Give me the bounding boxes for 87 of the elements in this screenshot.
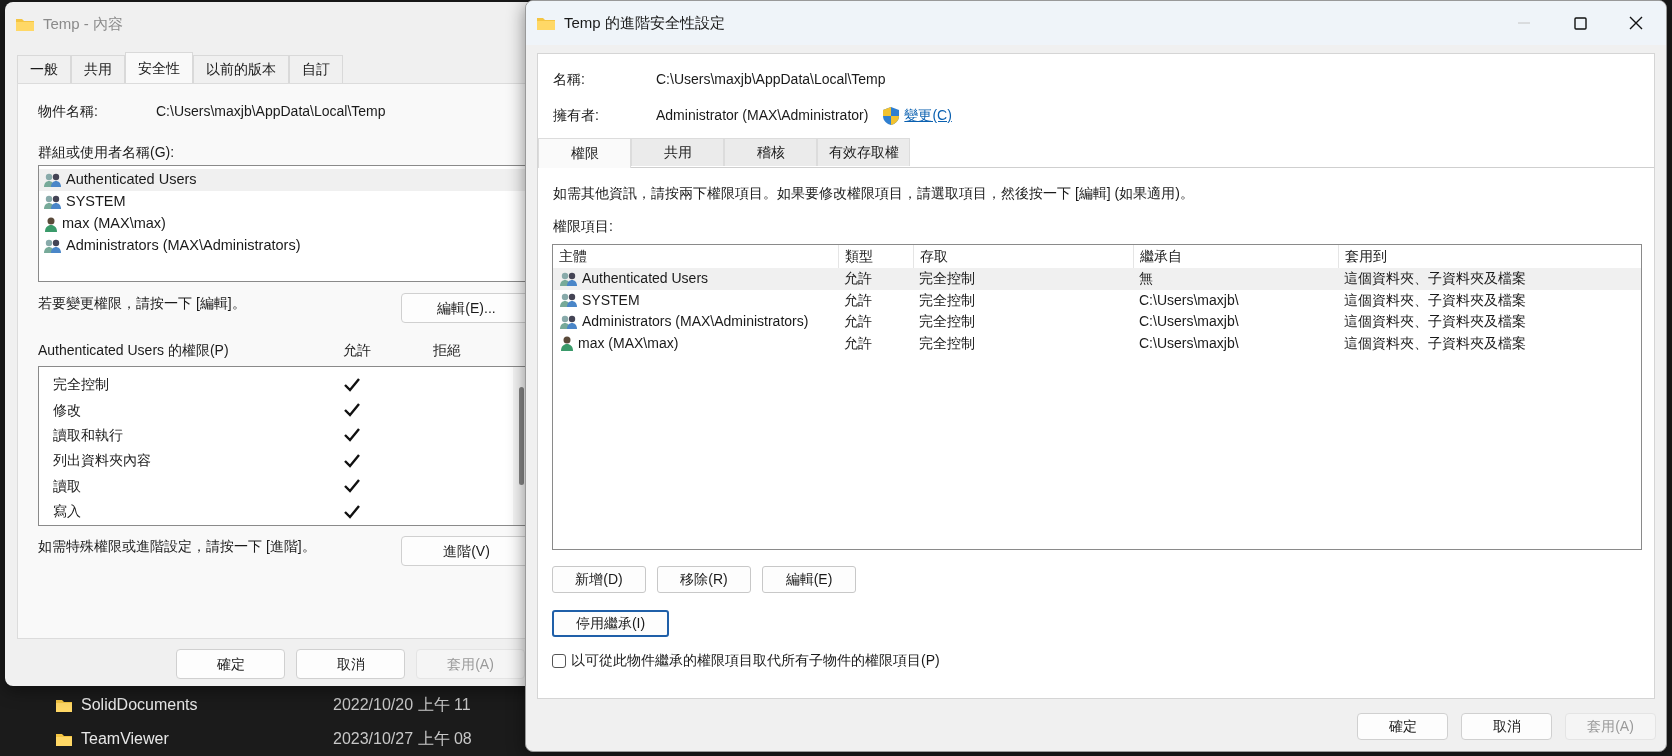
table-cell: 完全控制 <box>913 289 1133 311</box>
group-icon <box>559 313 579 330</box>
table-cell-text: 允許 <box>843 312 873 332</box>
shield-icon <box>882 105 901 126</box>
permission-name: 列出資料夾內容 <box>53 451 152 471</box>
folder-icon <box>15 16 35 32</box>
table-cell: C:\Users\maxjb\ <box>1133 289 1338 311</box>
list-item[interactable]: SYSTEM <box>39 191 531 213</box>
tab[interactable]: 有效存取權 <box>817 138 910 166</box>
field-label: 擁有者: <box>553 106 600 125</box>
table-cell-text: 完全控制 <box>918 333 976 353</box>
table-cell: 完全控制 <box>913 268 1133 290</box>
tab[interactable]: 一般 <box>17 55 71 83</box>
column-header: 拒絕 <box>433 341 461 360</box>
field-label: 名稱: <box>553 70 586 89</box>
inheritance-button[interactable]: 停用繼承(I) <box>552 610 669 637</box>
table-cell: 這個資料夾、子資料夾及檔案 <box>1338 289 1641 311</box>
table-row[interactable]: Administrators (MAX\Administrators) 允許 完全控制 C:\Users\maxjb\ 這個資料夾、子資料夾及檔案 <box>553 311 1641 333</box>
hint-text: 若要變更權限，請按一下 [編輯]。 <box>38 294 246 313</box>
field-label: 物件名稱: <box>38 102 99 121</box>
group-icon <box>43 194 63 210</box>
table-cell: 這個資料夾、子資料夾及檔案 <box>1338 268 1641 290</box>
field-value: C:\Users\maxjb\AppData\Local\Temp <box>156 102 386 121</box>
list-item[interactable]: max (MAX\max) <box>39 213 531 235</box>
checkbox-label[interactable]: 以可從此物件繼承的權限項目取代所有子物件的權限項目(P) <box>571 650 940 671</box>
file-name[interactable]: TeamViewer <box>81 727 169 751</box>
tab[interactable]: 共用 <box>631 138 724 166</box>
dialog-button[interactable]: 確定 <box>1357 713 1448 740</box>
table-cell: 無 <box>1133 268 1338 290</box>
group-icon <box>559 292 579 309</box>
table-cell: 允許 <box>838 268 913 290</box>
list-item[interactable]: Administrators (MAX\Administrators) <box>39 235 531 257</box>
table-cell-text: 這個資料夾、子資料夾及檔案 <box>1343 333 1527 353</box>
scrollbar-thumb[interactable] <box>519 387 524 485</box>
table-cell-text: C:\Users\maxjb\ <box>1138 333 1240 353</box>
tab[interactable]: 稽核 <box>724 138 817 166</box>
group-icon <box>43 238 63 254</box>
table-cell-text: C:\Users\maxjb\ <box>1138 312 1240 332</box>
user-icon <box>559 335 575 352</box>
dialog-button[interactable]: 確定 <box>176 649 285 679</box>
permission-name: 讀取 <box>53 476 82 496</box>
field-value: Administrator (MAX\Administrator) <box>656 106 869 125</box>
date-modified: 2022/10/20 上午 11 <box>333 695 471 715</box>
hint-text: 如需特殊權限或進階設定，請按一下 [進階]。 <box>38 537 316 556</box>
folder-icon <box>55 731 73 747</box>
action-button[interactable]: 移除(R) <box>657 566 751 593</box>
tab[interactable]: 以前的版本 <box>193 55 289 83</box>
table-cell-text: Administrators (MAX\Administrators) <box>582 312 809 332</box>
info-text: 如需其他資訊，請按兩下權限項目。如果要修改權限項目，請選取項目，然後按一下 [編輯] (如果適用)。 <box>553 184 1194 203</box>
action-button[interactable]: 新增(D) <box>552 566 646 593</box>
window-title: Temp - 內容 <box>43 13 123 34</box>
table-row[interactable]: Authenticated Users 允許 完全控制 無 這個資料夾、子資料夾及檔案 <box>553 268 1641 290</box>
section-label: 群組或使用者名稱(G): <box>38 143 175 162</box>
column-header: 允許 <box>343 341 372 360</box>
action-button[interactable]: 編輯(E) <box>762 566 856 593</box>
table-cell-text: Authenticated Users <box>582 269 709 289</box>
tab[interactable]: 安全性 <box>125 52 193 83</box>
user-icon <box>43 216 59 232</box>
table-row[interactable]: max (MAX\max) 允許 完全控制 C:\Users\maxjb\ 這個資料夾、子資料夾及檔案 <box>553 332 1641 354</box>
section-label: Authenticated Users 的權限(P) <box>38 341 230 360</box>
permission-name: 修改 <box>53 400 82 420</box>
change-link[interactable]: 變更(C) <box>904 105 952 126</box>
table-cell-text: 這個資料夾、子資料夾及檔案 <box>1343 312 1527 332</box>
date-modified: 2023/10/27 上午 08 <box>333 729 472 749</box>
window-title: Temp 的進階安全性設定 <box>564 12 725 33</box>
permission-name: 完全控制 <box>53 375 110 395</box>
permission-name: 讀取和執行 <box>53 425 124 445</box>
dialog-button[interactable]: 取消 <box>296 649 405 679</box>
tab[interactable]: 自訂 <box>289 55 343 83</box>
folder-icon <box>55 697 73 713</box>
dialog-button[interactable]: 取消 <box>1461 713 1552 740</box>
table-cell: 允許 <box>838 289 913 311</box>
table-row[interactable]: SYSTEM 允許 完全控制 C:\Users\maxjb\ 這個資料夾、子資料夾及檔案 <box>553 289 1641 311</box>
tab[interactable]: 共用 <box>71 55 125 83</box>
table-cell-text: max (MAX\max) <box>578 333 679 353</box>
table-cell-text: 完全控制 <box>918 312 976 332</box>
table-cell-text: SYSTEM <box>582 290 640 310</box>
tab[interactable]: 權限 <box>538 138 631 168</box>
checkbox[interactable] <box>552 653 566 668</box>
field-value: C:\Users\maxjb\AppData\Local\Temp <box>656 70 886 89</box>
group-icon <box>43 172 63 188</box>
group-icon <box>559 270 579 287</box>
permission-name: 寫入 <box>53 502 82 522</box>
file-name[interactable]: SolidDocuments <box>81 693 198 717</box>
section-label: 權限項目: <box>553 217 613 236</box>
table-cell-text: 允許 <box>843 333 873 353</box>
folder-icon <box>536 15 556 31</box>
